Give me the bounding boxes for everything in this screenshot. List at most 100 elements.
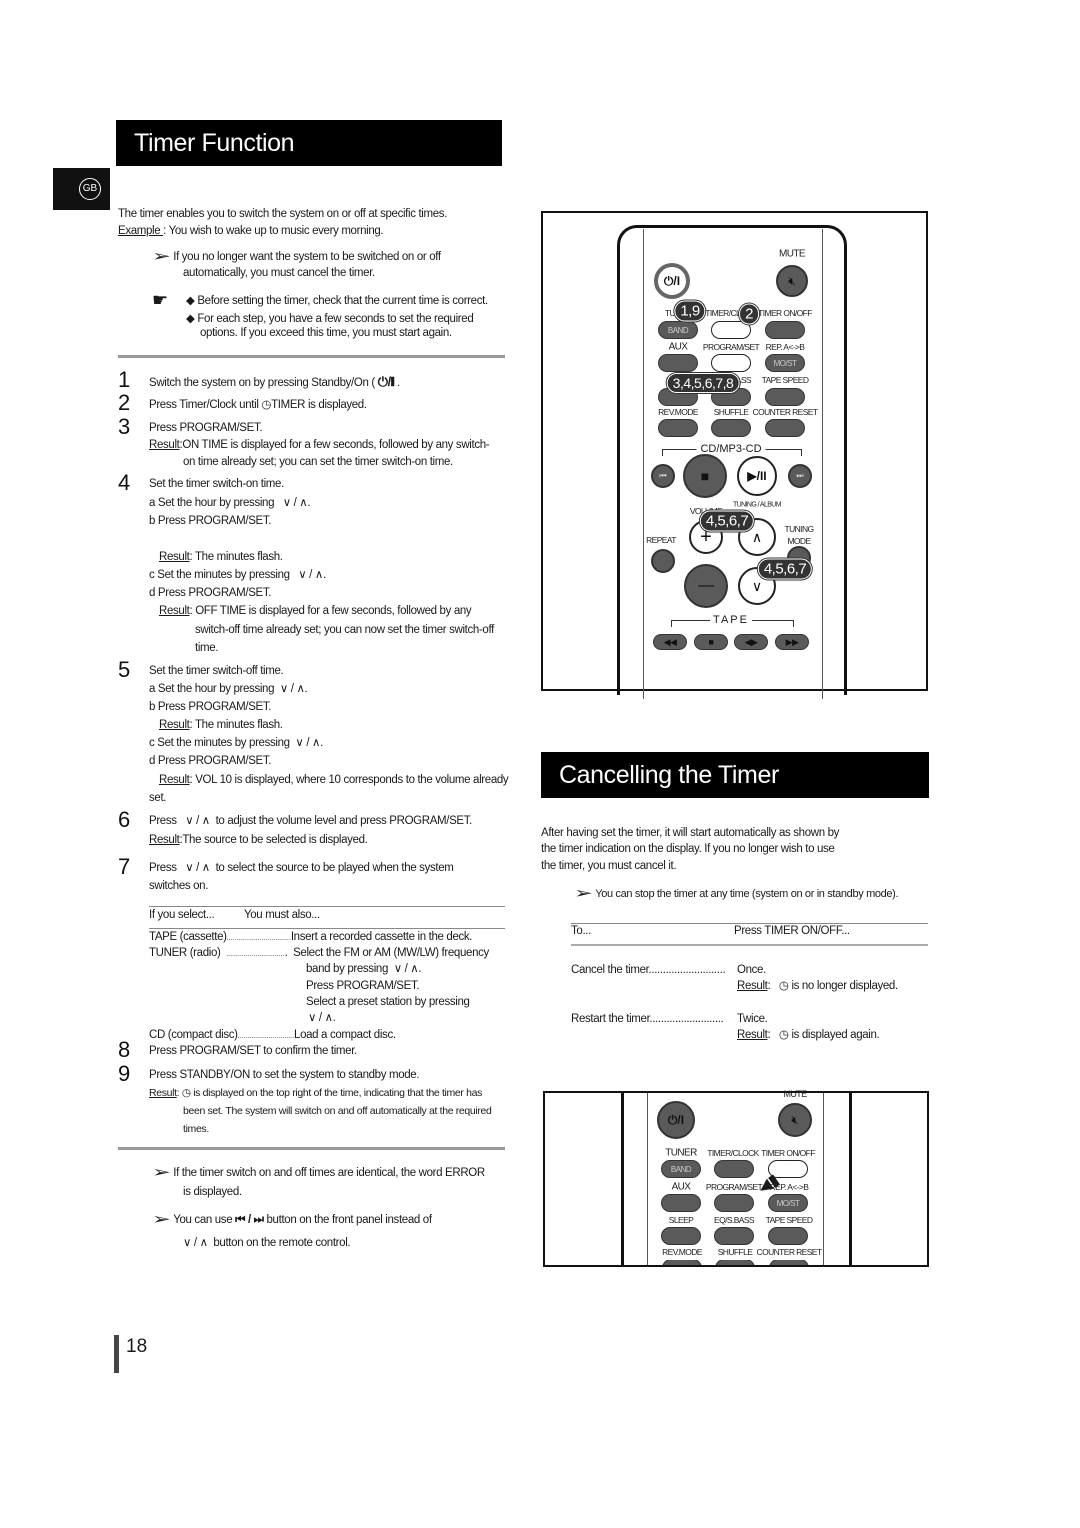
standby-icon: ⏻/❙ [377, 374, 395, 389]
callout-step: 2 [739, 303, 759, 325]
timer-onoff-label: TIMER ON/OFF [758, 308, 812, 318]
result-text: is displayed on the top right of the tim… [193, 1087, 483, 1099]
step-3-result: Result:ON TIME is displayed for a few se… [149, 438, 490, 452]
result-text: : OFF TIME is displayed for a few second… [189, 605, 472, 617]
step-4d: d Press PROGRAM/SET. [149, 587, 272, 599]
result-label: Result [149, 439, 180, 451]
mute-button: 🔇︎ [776, 265, 808, 297]
note-error-2: is displayed. [183, 1186, 242, 1198]
step-4c: c Set the minutes by pressing ∨ / ∧. [149, 569, 326, 581]
note-text: button on the remote control. [213, 1237, 351, 1249]
row-action: Restart the timer [571, 1013, 650, 1025]
step-6-pre: Press [149, 815, 177, 827]
page-title: Timer Function [134, 128, 295, 157]
play-pause-icon: ▶/II [747, 469, 767, 483]
tape-speed-button [768, 1227, 808, 1245]
note-text-2: automatically, you must cancel the timer… [183, 267, 375, 279]
step-7-pre: Press [149, 862, 177, 874]
cancel-para-1: After having set the timer, it will star… [541, 827, 840, 839]
timer-onoff-button [765, 321, 805, 339]
source-name: TUNER (radio) [149, 947, 221, 959]
step-3-result-2: on time already set; you can set the tim… [183, 456, 453, 468]
step-number: 2 [118, 390, 131, 415]
program-set-button [711, 354, 751, 372]
cancel-row-result: Result: ◷ is no longer displayed. [737, 980, 898, 992]
cancel-row-press: Once. [737, 964, 766, 976]
result-label: Result [149, 834, 180, 846]
minus-icon: — [698, 577, 714, 594]
step-number: 9 [118, 1061, 131, 1086]
program-set-label: PROGRAM/SET [705, 1182, 763, 1192]
mute-label: MUTE [779, 248, 806, 260]
callout-step: 3,4,5,6,7,8 [666, 373, 740, 393]
stop-icon: ■ [708, 637, 714, 647]
page-number: 18 [126, 1336, 148, 1357]
step-4a: a Set the hour by pressing ∨ / ∧. [149, 497, 311, 509]
down-up-icon: ∨ / ∧ [298, 569, 323, 581]
fast-forward-button: ▶▶ [775, 634, 809, 650]
down-up-icon: ∨ / ∧ [308, 1012, 333, 1024]
tuner-action-4: Select a preset station by pressing [306, 996, 470, 1008]
next-icon: ⏭ [796, 471, 804, 480]
tape-stop-button: ■ [694, 634, 728, 650]
step-number: 7 [118, 854, 131, 879]
shuffle-button [711, 419, 751, 437]
callout-step: 1,9 [674, 300, 706, 322]
result-text: :The source to be selected is displayed. [179, 834, 368, 846]
restart-row-press: Twice. [737, 1013, 768, 1025]
clock-icon: ◷ [181, 1087, 191, 1099]
power-icon: ⏻/I [663, 273, 681, 288]
remote-bottom-buttons [545, 1260, 927, 1265]
tip-2: ◆ For each step, you have a few seconds … [186, 313, 474, 325]
clock-icon: ◷ [778, 980, 789, 992]
step-5d-result-2: set. [149, 792, 167, 804]
counter-reset-label: COUNTER RESET [756, 1247, 823, 1257]
tape-play-button: ◀▶ [734, 634, 768, 650]
step-3-text: Press PROGRAM/SET. [149, 422, 263, 434]
result-label: Result [159, 605, 190, 617]
step-1-end: . [397, 377, 400, 389]
language-badge: GB [53, 168, 110, 210]
source-action: Load a compact disc. [294, 1029, 396, 1041]
table-row-tuner: TUNER (radio) ..........................… [149, 947, 489, 959]
arrow-note-icon: ➢ [151, 248, 171, 265]
cancel-col2-header: Press TIMER ON/OFF... [734, 925, 850, 937]
shuffle-label: SHUFFLE [717, 1247, 753, 1257]
note-cancel: ➢ If you no longer want the system to be … [151, 248, 441, 265]
stop-icon: ■ [700, 468, 710, 484]
divider [118, 355, 505, 358]
step-2-pre: Press Timer/Clock until [149, 399, 259, 411]
down-up-icon: ∨ / ∧ [279, 683, 305, 695]
result-text: : The minutes flash. [189, 551, 284, 563]
step-1-text: Switch the system on by pressing Standby… [149, 375, 400, 390]
power-button: ⏻/I [657, 1101, 695, 1139]
band-button: BAND [661, 1160, 701, 1178]
step-6-result: Result:The source to be selected is disp… [149, 833, 368, 847]
step-9-result: Result: ◷ is displayed on the top right … [149, 1087, 483, 1099]
step-5d: d Press PROGRAM/SET. [149, 755, 272, 767]
down-up-icon: ∨ / ∧ [295, 737, 321, 749]
step-2-post: TIMER is displayed. [271, 399, 367, 411]
chevron-up-icon: ∧ [751, 528, 763, 545]
step-number: 8 [118, 1037, 131, 1062]
lang-badge-label: GB [79, 178, 101, 200]
rewind-icon: ◀◀ [663, 636, 677, 647]
arrow-note-icon: ➢ [573, 885, 593, 903]
tuning-mode-label-2: MODE [787, 536, 811, 546]
source-action: Insert a recorded cassette in the deck. [290, 931, 473, 943]
most-button: MO/ST [768, 1194, 808, 1212]
prev-icon: ⏮ [659, 471, 667, 480]
result-label: Result [159, 774, 190, 786]
repeat-button [651, 549, 675, 573]
most-button: MO/ST [765, 354, 805, 372]
clock-icon: ◷ [261, 399, 272, 411]
down-up-icon: ∨ / ∧ [393, 963, 419, 975]
result-label: Result [159, 551, 190, 563]
step-5a: a Set the hour by pressing ∨ / ∧. [149, 683, 308, 695]
divider [118, 1147, 505, 1150]
tip-1-text: Before setting the timer, check that the… [197, 295, 488, 307]
source-name: TAPE (cassette) [149, 931, 227, 943]
section-title: Cancelling the Timer [559, 760, 779, 789]
rev-mode-label: REV.MODE [658, 407, 698, 417]
sleep-button [661, 1227, 701, 1245]
